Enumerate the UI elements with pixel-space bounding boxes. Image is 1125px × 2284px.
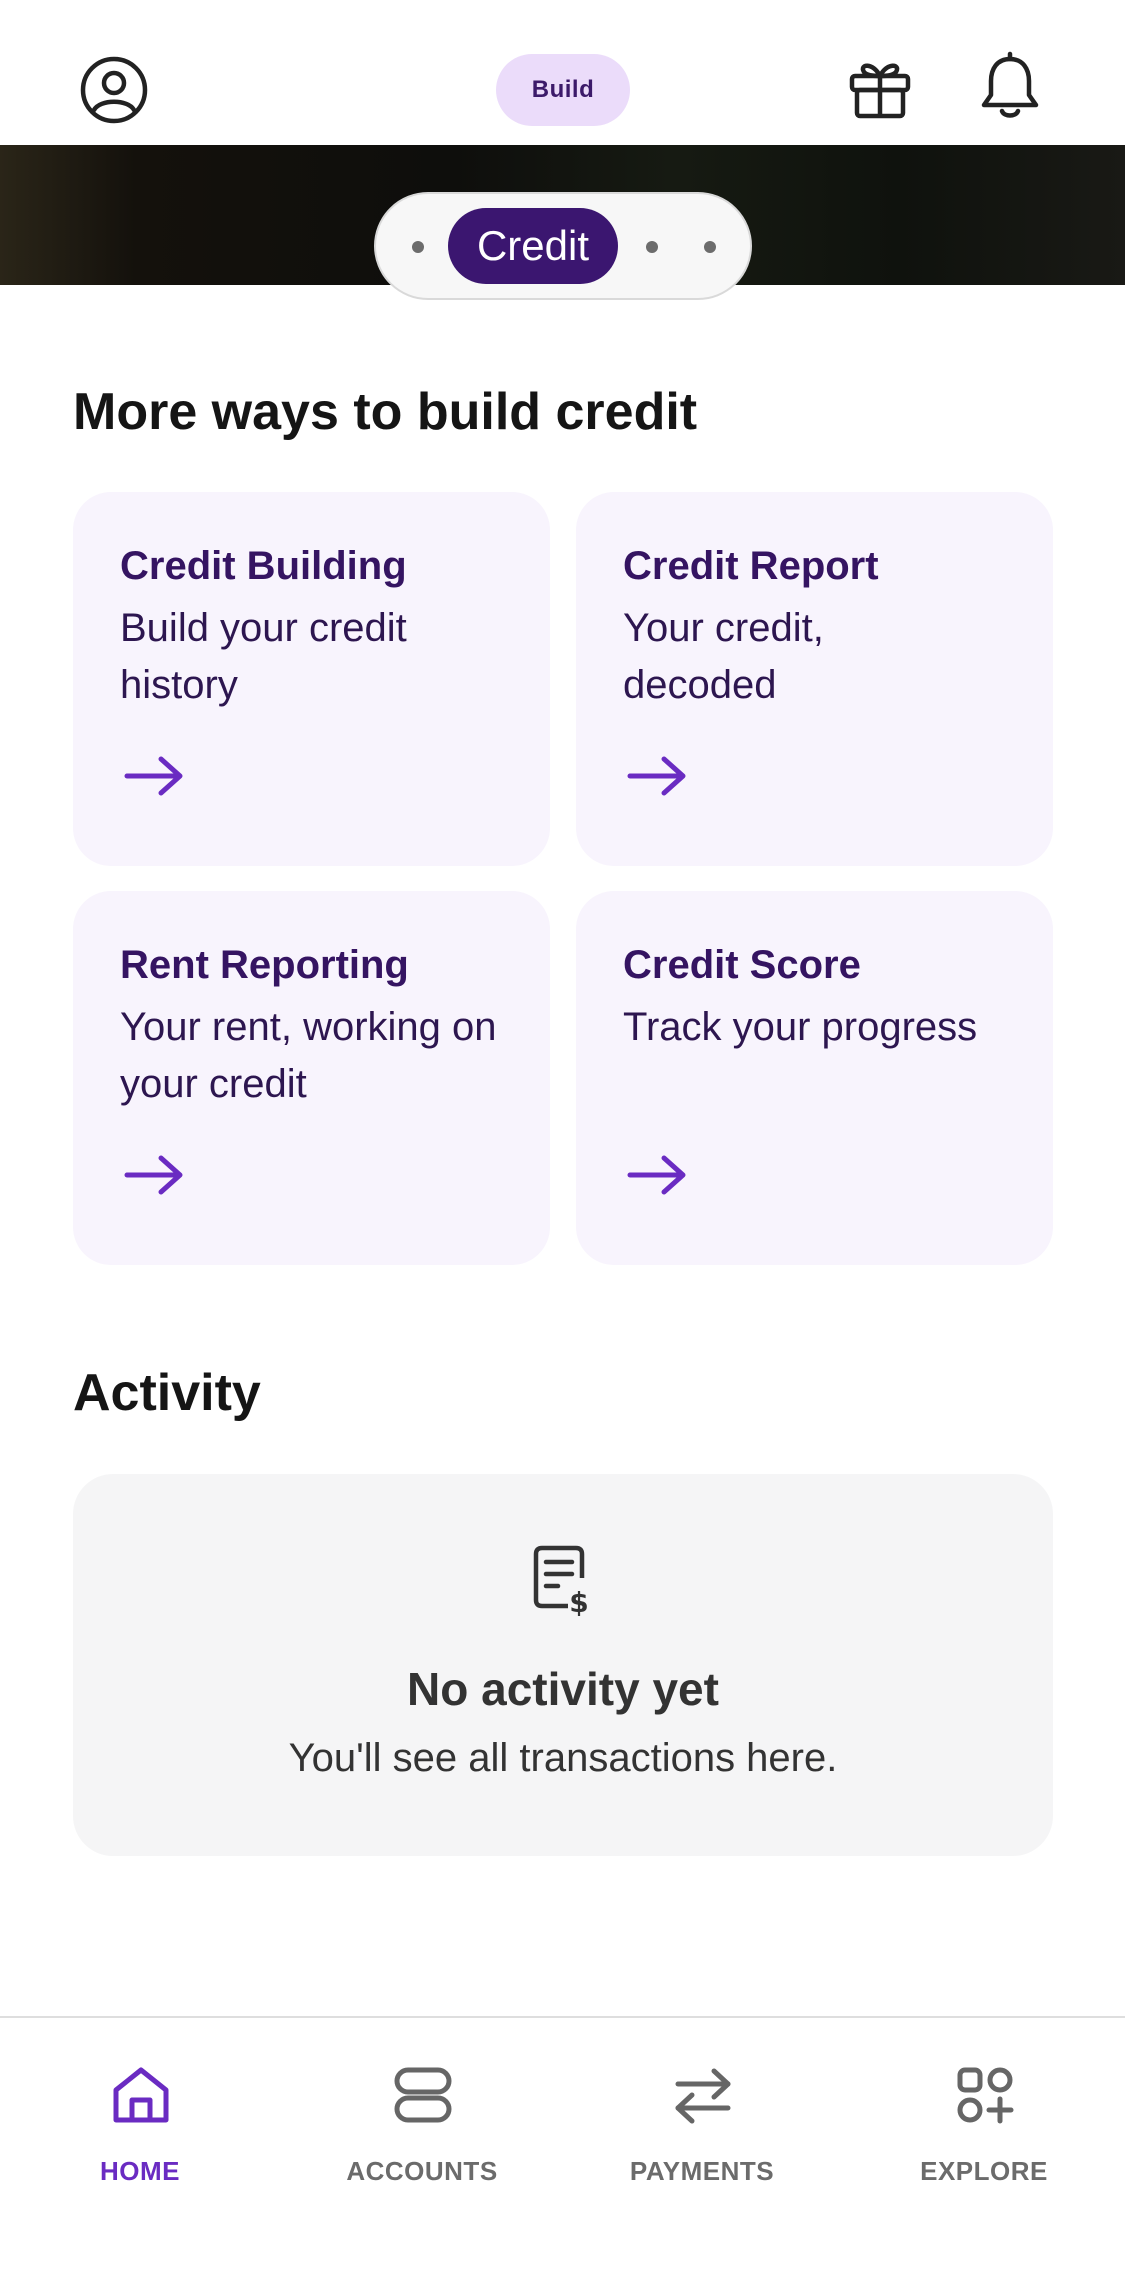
- card-description: Build your credit history: [120, 606, 407, 707]
- card-description: Your rent, working on your credit: [120, 1005, 497, 1106]
- svg-text:$: $: [569, 1586, 588, 1616]
- arrow-right-icon: [124, 1155, 183, 1195]
- nav-item-payments[interactable]: PAYMENTS: [592, 2044, 812, 2194]
- grid-plus-icon: [957, 2067, 1014, 2124]
- top-bar: Build: [0, 0, 1125, 145]
- card-title: Credit Score: [623, 943, 861, 987]
- nav-item-explore[interactable]: EXPLORE: [874, 2044, 1094, 2194]
- profile-button[interactable]: [74, 50, 154, 130]
- empty-state-title: No activity yet: [407, 1663, 719, 1715]
- more-ways-title: More ways to build credit: [73, 383, 698, 441]
- card-title: Credit Building: [120, 544, 407, 588]
- bottom-nav: HOME ACCOUNTS PAYMENTS EXPLORE: [0, 2016, 1125, 2284]
- arrow-right-icon: [627, 756, 686, 796]
- card-description: Track your progress: [623, 1005, 978, 1049]
- nav-label: EXPLORE: [920, 2156, 1048, 2186]
- nav-label: HOME: [100, 2156, 180, 2186]
- nav-label: PAYMENTS: [629, 2156, 775, 2186]
- bell-icon: [981, 51, 1039, 118]
- receipt-dollar-icon: $: [533, 1545, 589, 1616]
- card-credit-report[interactable]: Credit Report Your credit, decoded: [576, 492, 1053, 866]
- notifications-button[interactable]: [970, 46, 1050, 126]
- home-icon: [113, 2067, 169, 2123]
- activity-empty-state: $ No activity yet You'll see all transac…: [73, 1474, 1053, 1856]
- card-description: Your credit, decoded: [623, 606, 824, 707]
- mode-switch-pill[interactable]: Build: [496, 54, 630, 126]
- card-title: Rent Reporting: [120, 943, 409, 987]
- nav-label: ACCOUNTS: [346, 2156, 498, 2186]
- profile-circle-icon: [80, 56, 148, 124]
- carousel-dot[interactable]: [704, 241, 716, 253]
- transfer-arrows-icon: [675, 2068, 731, 2124]
- carousel-indicator[interactable]: Credit: [374, 192, 752, 300]
- nav-item-home[interactable]: HOME: [30, 2044, 250, 2194]
- card-rent-reporting[interactable]: Rent Reporting Your rent, working on you…: [73, 891, 550, 1265]
- gift-icon: [849, 63, 911, 119]
- mode-label: Build: [531, 76, 595, 103]
- carousel-dot[interactable]: [412, 241, 424, 253]
- carousel-active-label: Credit: [476, 222, 590, 269]
- card-credit-building[interactable]: Credit Building Build your credit histor…: [73, 492, 550, 866]
- arrow-right-icon: [124, 756, 183, 796]
- card-credit-score[interactable]: Credit Score Track your progress: [576, 891, 1053, 1265]
- activity-title: Activity: [73, 1364, 261, 1422]
- rewards-button[interactable]: [840, 48, 920, 128]
- carousel-active-chip[interactable]: Credit: [448, 208, 618, 284]
- home-screen: Build Credit More ways to build credit C…: [0, 0, 1125, 2284]
- nav-item-accounts[interactable]: ACCOUNTS: [312, 2044, 532, 2194]
- carousel-dot[interactable]: [646, 241, 658, 253]
- arrow-right-icon: [627, 1155, 686, 1195]
- empty-state-subtitle: You'll see all transactions here.: [288, 1736, 838, 1780]
- accounts-icon: [394, 2067, 452, 2123]
- card-title: Credit Report: [623, 544, 879, 588]
